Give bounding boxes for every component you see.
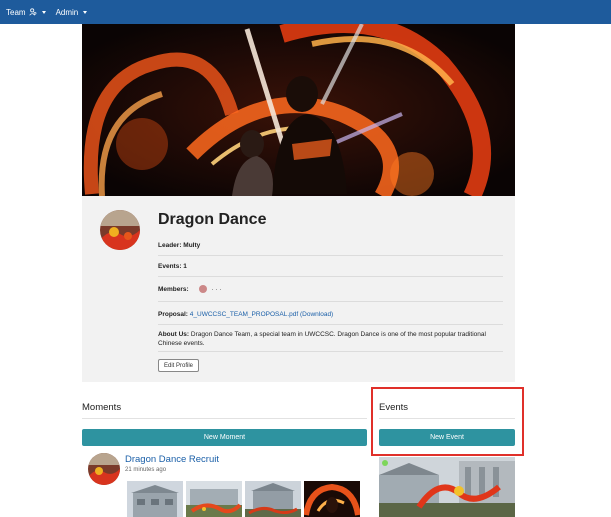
members-label: Members: <box>158 286 189 293</box>
team-avatar <box>100 210 140 250</box>
highlight-box <box>371 387 524 456</box>
nav-team-label: Team <box>6 7 26 17</box>
proposal-label: Proposal: <box>158 311 188 318</box>
proposal-row: Proposal: 4_UWCCSC_TEAM_PROPOSAL.pdf (Do… <box>158 310 333 319</box>
event-photo[interactable] <box>379 457 515 517</box>
members-more[interactable]: · · · <box>211 286 221 293</box>
moments-title: Moments <box>82 402 122 413</box>
divider <box>158 351 503 352</box>
events-count: 1 <box>183 263 187 270</box>
divider <box>158 324 503 325</box>
member-avatar[interactable] <box>198 285 207 294</box>
moment-photo[interactable] <box>127 481 183 517</box>
moment-post-time: 21 minutes ago <box>125 467 167 473</box>
divider <box>82 418 367 419</box>
team-banner-image <box>82 24 515 196</box>
about-row: About Us: Dragon Dance Team, a special t… <box>158 330 498 348</box>
new-moment-button[interactable]: New Moment <box>82 429 367 446</box>
moment-photo[interactable] <box>245 481 301 517</box>
edit-profile-button[interactable]: Edit Profile <box>158 359 199 372</box>
moment-photo[interactable] <box>186 481 242 517</box>
divider <box>158 276 503 277</box>
events-label: Events: <box>158 263 182 270</box>
moment-post-title[interactable]: Dragon Dance Recruit <box>125 454 219 465</box>
leader-row: Leader: Multy <box>158 241 200 250</box>
divider <box>158 301 503 302</box>
team-profile-card <box>82 196 515 382</box>
team-name: Dragon Dance <box>158 211 267 228</box>
events-row: Events: 1 <box>158 262 187 271</box>
post-author-avatar[interactable] <box>88 453 120 485</box>
about-text: Dragon Dance Team, a special team in UWC… <box>158 331 486 347</box>
nav-admin-dropdown[interactable]: Admin <box>56 8 88 17</box>
person-search-icon <box>28 8 36 16</box>
divider <box>158 255 503 256</box>
moment-photo[interactable] <box>304 481 360 517</box>
proposal-download-link[interactable]: (Download) <box>300 311 333 318</box>
leader-label: Leader: <box>158 242 182 249</box>
proposal-file-link[interactable]: 4_UWCCSC_TEAM_PROPOSAL.pdf <box>190 311 298 318</box>
members-row: Members: · · · <box>158 285 221 294</box>
chevron-down-icon <box>41 10 46 14</box>
nav-team-dropdown[interactable]: Team <box>6 8 46 17</box>
top-navbar: Team Admin <box>0 0 611 24</box>
about-label: About Us: <box>158 331 190 338</box>
chevron-down-icon <box>83 10 88 14</box>
nav-admin-label: Admin <box>55 7 79 17</box>
leader-value: Multy <box>183 242 201 249</box>
